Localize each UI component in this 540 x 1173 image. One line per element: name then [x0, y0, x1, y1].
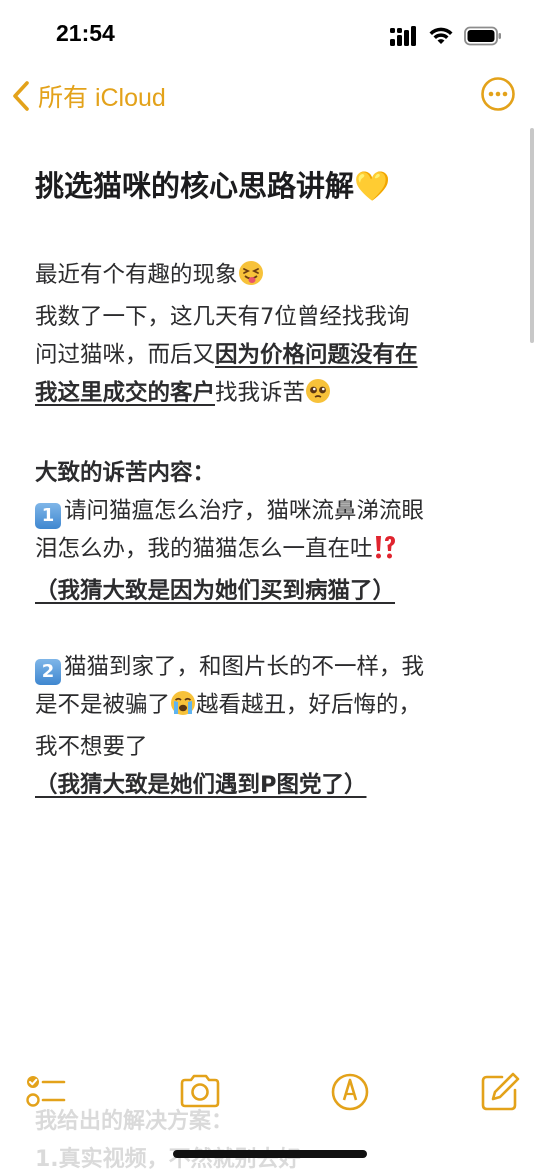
back-label: 所有 iCloud — [38, 84, 166, 112]
highlight-customers: 我这里成交的客户 — [35, 380, 216, 406]
complaint-2-line-2: 是不是被骗了 — [35, 692, 171, 718]
complaints-heading: 大致的诉苦内容： — [35, 460, 216, 486]
camera-icon — [180, 1074, 220, 1108]
intro-line-4: 找我诉苦 — [215, 380, 306, 406]
intro-line-2: 我数了一下，这几天有7位曾经找我询 — [35, 304, 410, 330]
status-icons — [390, 26, 502, 46]
highlight-price-reason: 因为价格问题没有在 — [215, 342, 418, 368]
squinting-tongue-emoji-icon — [238, 260, 264, 298]
chevron-left-icon — [13, 81, 29, 111]
signal-icon — [390, 26, 416, 46]
camera-button[interactable] — [178, 1070, 222, 1114]
complaint-2-guess: （我猜大致是她们遇到P图党了） — [35, 772, 367, 798]
home-indicator[interactable] — [173, 1150, 367, 1158]
note-title: 挑选猫咪的核心思路讲解💛 — [35, 169, 391, 203]
paragraph-complaint-2: 2 猫猫到家了，和图片长的不一样，我 是不是被骗了 越看越丑，好后悔的， 我不想要了… — [35, 648, 505, 804]
complaint-1-line-1: 请问猫瘟怎么治疗，猫咪流鼻涕流眼 — [64, 498, 425, 524]
markup-button[interactable] — [328, 1070, 372, 1114]
nav-bar: 所有 iCloud — [0, 72, 540, 122]
pleading-face-emoji-icon — [305, 378, 331, 416]
keycap-2-icon: 2 — [35, 659, 61, 685]
complaint-1-guess: （我猜大致是因为她们买到病猫了） — [35, 578, 396, 604]
status-time: 21:54 — [56, 20, 115, 46]
exclamation-question-icon — [373, 534, 397, 572]
status-bar: 21:54 — [0, 0, 540, 72]
compose-button[interactable] — [478, 1070, 522, 1114]
more-icon — [481, 77, 515, 111]
paragraph-complaints: 大致的诉苦内容： 1 请问猫瘟怎么治疗，猫咪流鼻涕流眼 泪怎么办，我的猫猫怎么一直… — [35, 454, 505, 610]
more-button[interactable] — [480, 76, 516, 112]
complaint-2-line-2b: 越看越丑，好后悔的， — [196, 692, 422, 718]
scroll-indicator[interactable] — [530, 128, 534, 343]
intro-line-3: 问过猫咪，而后又 — [35, 342, 216, 368]
complaint-2-line-3: 我不想要了 — [35, 734, 148, 760]
complaint-2-line-1: 猫猫到家了，和图片长的不一样，我 — [64, 654, 425, 680]
intro-line-1: 最近有个有趣的现象 — [35, 262, 238, 288]
back-button[interactable]: 所有 iCloud — [10, 78, 166, 114]
compose-icon — [481, 1072, 520, 1111]
paragraph-intro: 最近有个有趣的现象 我数了一下，这几天有7位曾经找我询 问过猫咪，而后又因为价格… — [35, 256, 505, 416]
checklist-button[interactable] — [24, 1070, 68, 1114]
markup-icon — [331, 1073, 369, 1111]
battery-icon — [464, 26, 501, 46]
crying-face-emoji-icon — [170, 690, 196, 728]
complaint-1-line-2: 泪怎么办，我的猫猫怎么一直在吐 — [35, 536, 373, 562]
keycap-1-icon: 1 — [35, 503, 61, 529]
wifi-icon — [429, 27, 453, 44]
checklist-icon — [26, 1076, 66, 1107]
note-body[interactable]: 挑选猫咪的核心思路讲解💛 最近有个有趣的现象 我数了一下，这几天有7位曾经找我询… — [35, 162, 505, 804]
bottom-toolbar — [0, 1060, 540, 1120]
